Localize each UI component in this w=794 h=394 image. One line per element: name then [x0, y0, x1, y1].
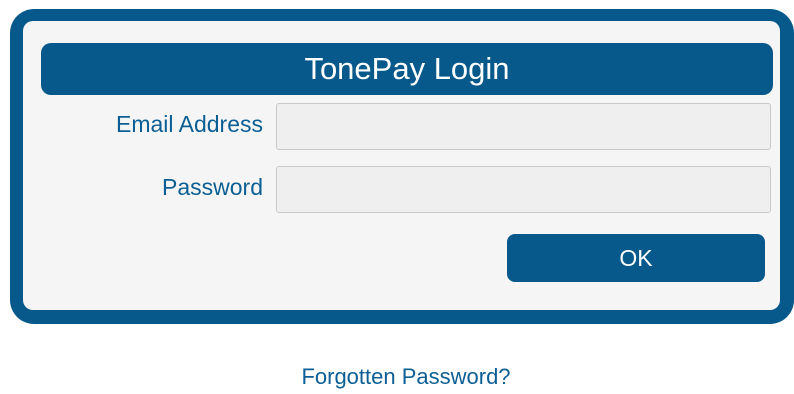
login-frame: TonePay Login Email Address Password OK — [10, 9, 794, 324]
login-title: TonePay Login — [41, 43, 773, 95]
ok-button[interactable]: OK — [507, 234, 765, 282]
login-panel: TonePay Login Email Address Password OK — [23, 21, 780, 310]
forgotten-password-link[interactable]: Forgotten Password? — [0, 364, 794, 390]
email-field[interactable] — [276, 103, 771, 150]
password-field[interactable] — [276, 166, 771, 213]
password-label: Password — [162, 174, 263, 200]
email-label: Email Address — [115, 111, 263, 137]
